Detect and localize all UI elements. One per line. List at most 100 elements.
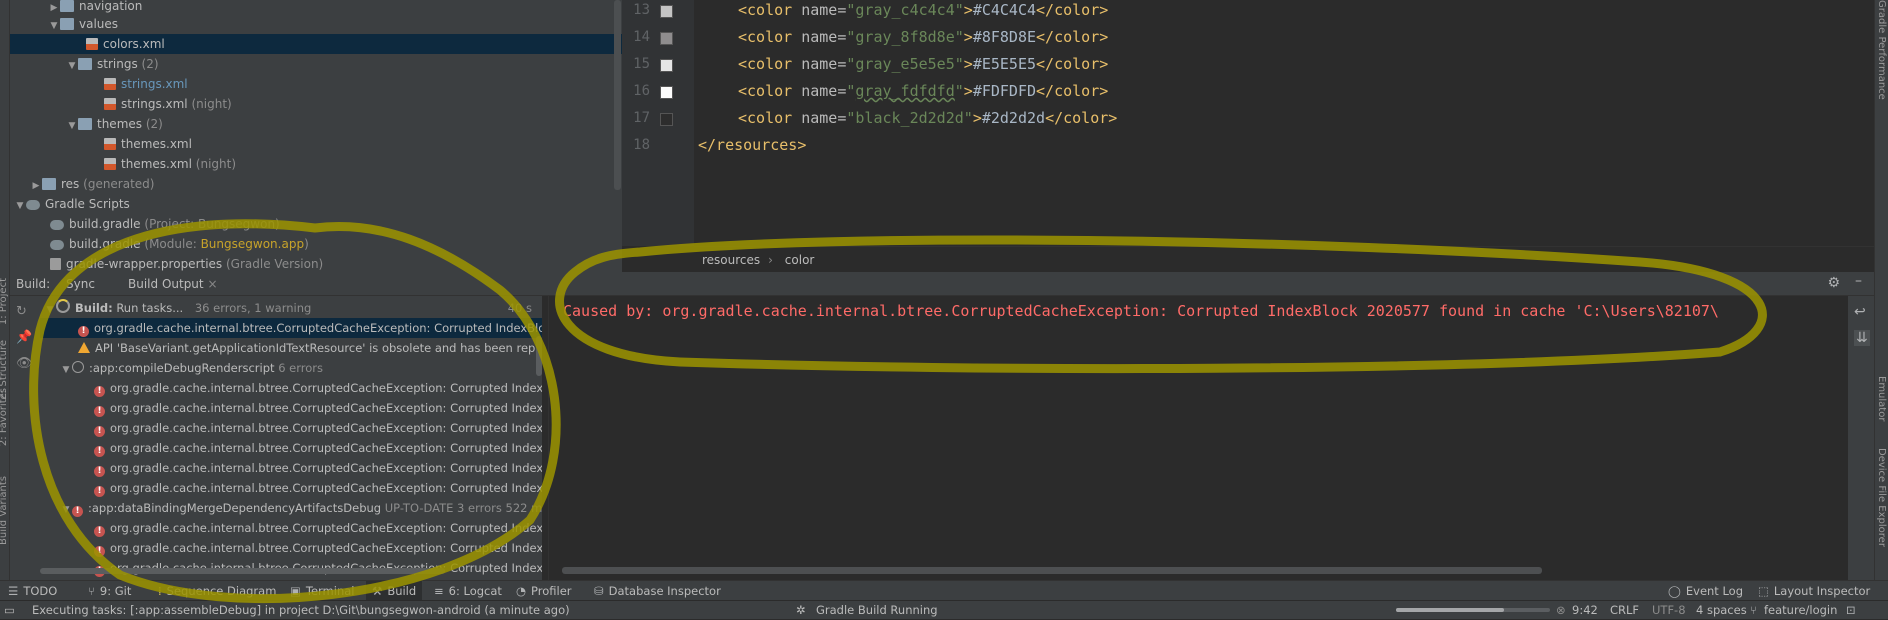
status-message[interactable]: Executing tasks: [:app:assembleDebug] in…: [32, 601, 570, 620]
scrollbar-thumb[interactable]: [40, 568, 445, 574]
chevron-down-icon[interactable]: ▼: [60, 360, 72, 380]
build-error-row[interactable]: ! org.gradle.cache.internal.btree.Corrupt…: [94, 538, 542, 558]
line-number: 15: [633, 56, 650, 72]
tab-sync[interactable]: Sync: [66, 272, 95, 296]
tab-build-output[interactable]: Build Output ×: [128, 272, 218, 298]
build-error-row[interactable]: ! org.gradle.cache.internal.btree.Corrupt…: [94, 458, 542, 478]
eye-icon[interactable]: 👁: [16, 356, 33, 371]
git-branch[interactable]: feature/login: [1764, 601, 1837, 620]
color-swatch-icon[interactable]: [660, 5, 673, 18]
chevron-down-icon[interactable]: ▼: [44, 300, 56, 320]
tool-button-label: Sequence Diagram: [166, 584, 277, 598]
error-icon: !: [94, 446, 105, 457]
chevron-down-icon[interactable]: ▼: [60, 500, 72, 520]
chevron-down-icon[interactable]: ▼: [66, 116, 78, 136]
tree-item-gradle-scripts[interactable]: ▼ Gradle Scripts: [14, 194, 130, 214]
favorites-tool-tab[interactable]: 2: Favorites: [0, 388, 9, 446]
tree-item-build-gradle-project[interactable]: build.gradle (Project: Bungsegwon): [50, 214, 280, 234]
tree-item-themes[interactable]: ▼ themes (2): [66, 114, 163, 134]
chevron-down-icon[interactable]: ▼: [66, 56, 78, 76]
tree-item-themes-xml-night[interactable]: themes.xml (night): [104, 154, 236, 174]
build-error-row[interactable]: ! org.gradle.cache.internal.btree.Corrupt…: [94, 398, 542, 418]
line-number: 17: [633, 110, 650, 126]
event-log-icon: ◯: [1668, 584, 1681, 598]
logcat-tool-button[interactable]: ≡ 6: Logcat: [434, 581, 502, 601]
tree-item-build-gradle-module[interactable]: build.gradle (Module: Bungsegwon.app): [50, 234, 309, 254]
tree-item-strings-xml[interactable]: strings.xml: [104, 74, 188, 94]
chevron-down-icon[interactable]: ▼: [14, 196, 26, 216]
indent-setting[interactable]: 4 spaces: [1696, 601, 1747, 620]
build-root-row[interactable]: ▼ Build: Run tasks... 36 errors, 1 warnin…: [44, 298, 540, 318]
tree-item-gradle-wrapper-properties[interactable]: gradle-wrapper.properties (Gradle Versio…: [50, 254, 323, 274]
tab-label: Build Output: [128, 277, 204, 291]
emulator-tool-tab[interactable]: Emulator: [1876, 376, 1887, 421]
console-side-toolbar: ↩ ⇊: [1848, 296, 1874, 580]
background-task-label[interactable]: Gradle Build Running: [816, 601, 938, 620]
build-error-row[interactable]: ! org.gradle.cache.internal.btree.Corrupt…: [94, 518, 542, 538]
event-log-tool-button[interactable]: ◯ Event Log: [1668, 581, 1743, 601]
build-task-row[interactable]: ▼!:app:dataBindingMergeDependencyArtifac…: [60, 498, 542, 520]
color-swatch-icon[interactable]: [660, 113, 673, 126]
gradle-performance-tool-tab[interactable]: Gradle Performance: [1876, 0, 1887, 100]
gear-icon[interactable]: ⚙: [1827, 275, 1840, 291]
sequence-diagram-tool-button[interactable]: ⁞ Sequence Diagram: [158, 581, 276, 601]
build-warning-row[interactable]: API 'BaseVariant.getApplicationIdTextRes…: [78, 338, 542, 358]
build-tree-horizontal-scrollbar[interactable]: [40, 566, 540, 576]
build-row-time: 522 ms: [505, 501, 542, 515]
profiler-tool-button[interactable]: ◔ Profiler: [516, 581, 572, 601]
device-file-explorer-tool-tab[interactable]: Device File Explorer: [1876, 448, 1887, 547]
build-progress-bar: [1396, 608, 1550, 612]
database-inspector-tool-button[interactable]: ⛁ Database Inspector: [594, 581, 721, 601]
git-tool-button[interactable]: ⑂ 9: Git: [88, 581, 131, 601]
code-editor[interactable]: <color name="gray_c4c4c4">#C4C4C4</color…: [694, 0, 1874, 246]
line-ending[interactable]: CRLF: [1610, 601, 1639, 620]
color-swatch-icon[interactable]: [660, 86, 673, 99]
tree-item-res-generated[interactable]: ▶ res (generated): [30, 174, 155, 196]
build-console[interactable]: Caused by: org.gradle.cache.internal.btr…: [548, 296, 1848, 580]
build-error-row[interactable]: ! org.gradle.cache.internal.btree.Corrupt…: [94, 378, 542, 398]
color-swatch-icon[interactable]: [660, 59, 673, 72]
minimize-icon[interactable]: –: [1855, 273, 1862, 289]
rerun-icon[interactable]: ↻: [16, 304, 27, 319]
build-error-row[interactable]: ! org.gradle.cache.internal.btree.Corrupt…: [94, 438, 542, 458]
tree-item-colors-xml[interactable]: colors.xml: [10, 34, 698, 54]
file-encoding[interactable]: UTF-8: [1652, 601, 1686, 620]
tree-item-strings[interactable]: ▼ strings (2): [66, 54, 159, 74]
error-icon: !: [78, 326, 89, 337]
tool-button-label: Build: [387, 584, 417, 598]
todo-tool-button[interactable]: ☰ TODO: [8, 581, 57, 601]
build-tree-vertical-scrollbar[interactable]: [536, 336, 542, 376]
build-row-text: org.gradle.cache.internal.btree.Corrupte…: [110, 481, 542, 495]
chevron-down-icon[interactable]: ▼: [48, 16, 60, 36]
build-variants-tool-tab[interactable]: Build Variants: [0, 476, 9, 545]
code-line: </resources>: [698, 136, 807, 154]
tree-item-values[interactable]: ▼ values: [48, 14, 119, 36]
caret-position[interactable]: 9:42: [1572, 601, 1598, 620]
soft-wrap-icon[interactable]: ↩: [1854, 304, 1866, 320]
tree-item-themes-xml[interactable]: themes.xml: [104, 134, 192, 154]
scroll-to-end-icon[interactable]: ⇊: [1854, 330, 1870, 346]
console-horizontal-scrollbar[interactable]: [562, 567, 1542, 574]
tree-item-label: values: [79, 17, 119, 31]
build-error-row[interactable]: ! org.gradle.cache.internal.btree.Corrupt…: [40, 318, 542, 338]
tool-button-label: Database Inspector: [608, 584, 721, 598]
pin-icon[interactable]: 📌: [16, 330, 32, 345]
line-number: 18: [633, 137, 650, 153]
tree-item-suffix: ): [304, 237, 309, 251]
tool-button-label: 9: Git: [99, 584, 132, 598]
build-error-row[interactable]: ! org.gradle.cache.internal.btree.Corrupt…: [94, 418, 542, 438]
project-tool-tab[interactable]: 1: Project: [0, 278, 9, 325]
color-swatch-icon[interactable]: [660, 32, 673, 45]
chevron-right-icon[interactable]: ▶: [30, 176, 42, 196]
build-tool-button[interactable]: ⚒ Build: [366, 581, 423, 601]
build-error-row[interactable]: ! org.gradle.cache.internal.btree.Corrupt…: [94, 478, 542, 498]
layout-inspector-tool-button[interactable]: ⬚ Layout Inspector: [1758, 581, 1870, 601]
breadcrumb-item[interactable]: color: [785, 253, 815, 267]
tree-item-strings-xml-night[interactable]: strings.xml (night): [104, 94, 232, 114]
cancel-task-icon[interactable]: ⊗: [1556, 601, 1566, 620]
build-task-row[interactable]: ▼:app:compileDebugRenderscript 6 errors: [60, 358, 323, 378]
terminal-tool-button[interactable]: ▣ Terminal: [290, 581, 354, 601]
tree-item-label: strings.xml: [121, 77, 188, 91]
breadcrumb-item[interactable]: resources: [702, 253, 760, 267]
close-icon[interactable]: ×: [207, 277, 217, 291]
